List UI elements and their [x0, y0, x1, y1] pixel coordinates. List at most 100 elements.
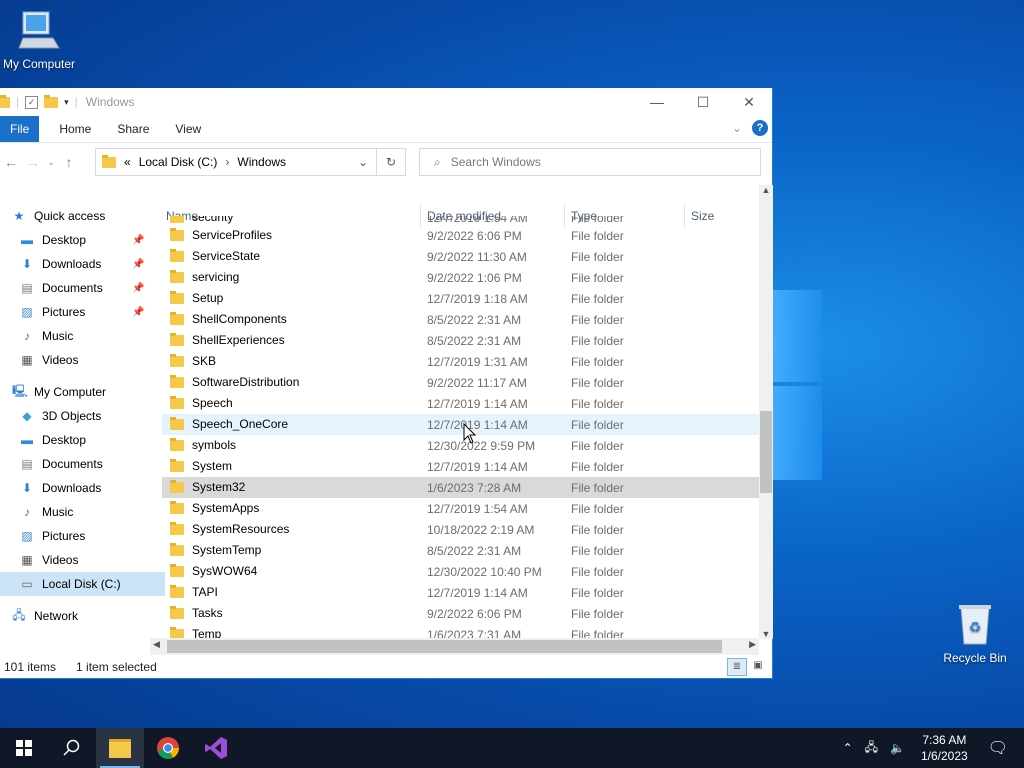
search-button[interactable] — [48, 728, 96, 768]
sidebar-item-downloads[interactable]: ⬇ Downloads — [0, 476, 160, 500]
tab-file[interactable]: File — [0, 116, 40, 142]
search-box[interactable]: ⌕ Search Windows — [419, 148, 761, 176]
table-row[interactable]: Speech 12/7/2019 1:14 AM File folder — [162, 393, 759, 414]
table-row[interactable]: Speech_OneCore 12/7/2019 1:14 AM File fold… — [162, 414, 759, 435]
sidebar-item-downloads[interactable]: ⬇ Downloads 📌 — [0, 252, 160, 276]
table-row[interactable]: SystemApps 12/7/2019 1:54 AM File folder — [162, 498, 759, 519]
scroll-down-icon[interactable]: ▼ — [759, 629, 773, 639]
tab-share[interactable]: Share — [104, 116, 162, 142]
horizontal-scrollbar[interactable]: ◀ ▶ — [150, 638, 759, 655]
table-row[interactable]: ShellComponents 8/5/2022 2:31 AM File fold… — [162, 309, 759, 330]
sidebar-item-videos[interactable]: ▦ Videos — [0, 348, 160, 372]
tab-view[interactable]: View — [162, 116, 214, 142]
table-row[interactable]: SystemTemp 8/5/2022 2:31 AM File folder — [162, 540, 759, 561]
table-row[interactable]: SysWOW64 12/30/2022 10:40 PM File folder — [162, 561, 759, 582]
scroll-thumb[interactable] — [760, 411, 772, 493]
table-row[interactable]: System32 1/6/2023 7:28 AM File folder — [162, 477, 759, 498]
table-row[interactable]: ShellExperiences 8/5/2022 2:31 AM File fol… — [162, 330, 759, 351]
sidebar-item-videos[interactable]: ▦ Videos — [0, 548, 160, 572]
address-bar[interactable]: « Local Disk (C:) › Windows ⌄ — [95, 148, 377, 176]
details-view-icon[interactable]: ≣ — [727, 658, 747, 676]
sidebar-item-documents[interactable]: ▤ Documents 📌 — [0, 276, 160, 300]
table-row[interactable]: Tasks 9/2/2022 6:06 PM File folder — [162, 603, 759, 624]
table-row[interactable]: System 12/7/2019 1:14 AM File folder — [162, 456, 759, 477]
minimize-button[interactable]: — — [634, 88, 680, 116]
breadcrumb-overflow[interactable]: « — [124, 155, 131, 169]
desktop-icon-my-computer[interactable]: My Computer — [0, 8, 84, 71]
back-button[interactable]: ← — [0, 154, 22, 170]
sidebar-item-quick-access[interactable]: ★ Quick access — [0, 204, 160, 228]
network-icon[interactable]: 🖧 — [859, 738, 884, 759]
sidebar-item-pictures[interactable]: ▨ Pictures — [0, 524, 160, 548]
table-row[interactable]: security 12/7/2019 1:54 AM File folder — [162, 216, 759, 225]
file-date: 9/2/2022 1:06 PM — [427, 271, 522, 285]
scroll-up-icon[interactable]: ▲ — [759, 185, 773, 199]
up-button[interactable]: ↑ — [58, 154, 80, 170]
sidebar-item-3d-objects[interactable]: ◆ 3D Objects — [0, 404, 160, 428]
show-hidden-icons[interactable]: ⌃ — [837, 741, 859, 755]
item-count: 101 items — [4, 660, 57, 674]
sidebar-item-desktop[interactable]: ▬ Desktop — [0, 428, 160, 452]
table-row[interactable]: SKB 12/7/2019 1:31 AM File folder — [162, 351, 759, 372]
help-icon[interactable]: ? — [752, 120, 768, 136]
sidebar-item-my-computer[interactable]: 🖳 My Computer — [0, 380, 160, 404]
table-row[interactable]: TAPI 12/7/2019 1:14 AM File folder — [162, 582, 759, 603]
file-type: File folder — [571, 216, 624, 225]
expand-ribbon-icon[interactable]: ⌄ — [732, 121, 742, 135]
vertical-scrollbar[interactable]: ▲ ▼ — [759, 185, 773, 639]
large-icons-view-icon[interactable]: ▣ — [750, 659, 766, 673]
scroll-thumb[interactable] — [167, 640, 722, 653]
recent-locations-icon[interactable]: ⌄ — [44, 157, 58, 168]
table-row[interactable]: ServiceState 9/2/2022 11:30 AM File folder — [162, 246, 759, 267]
file-type: File folder — [571, 271, 624, 285]
folder-icon — [170, 521, 184, 535]
breadcrumb-windows[interactable]: Windows — [237, 155, 286, 169]
taskbar-file-explorer[interactable] — [96, 728, 144, 768]
search-input[interactable]: Search Windows — [451, 155, 541, 169]
file-name-cell: Tasks — [170, 605, 223, 620]
table-row[interactable]: symbols 12/30/2022 9:59 PM File folder — [162, 435, 759, 456]
close-button[interactable]: ✕ — [726, 88, 772, 116]
sidebar-item-desktop[interactable]: ▬ Desktop 📌 — [0, 228, 160, 252]
breadcrumb-chevron-icon[interactable]: › — [225, 155, 229, 169]
sidebar-item-music[interactable]: ♪ Music — [0, 324, 160, 348]
file-date: 8/5/2022 2:31 AM — [427, 334, 522, 348]
tab-home[interactable]: Home — [39, 116, 104, 142]
table-row[interactable]: ServiceProfiles 9/2/2022 6:06 PM File fold… — [162, 225, 759, 246]
properties-icon[interactable]: ✓ — [25, 95, 39, 109]
refresh-button[interactable]: ↻ — [376, 148, 406, 176]
table-row[interactable]: SoftwareDistribution 9/2/2022 11:17 AM Fil… — [162, 372, 759, 393]
address-dropdown-icon[interactable]: ⌄ — [358, 155, 368, 169]
new-folder-icon[interactable] — [44, 94, 59, 108]
file-date: 9/2/2022 11:17 AM — [427, 376, 527, 390]
table-row[interactable]: SystemResources 10/18/2022 2:19 AM File fo… — [162, 519, 759, 540]
sidebar-item-network[interactable]: 🖧 Network — [0, 604, 160, 628]
table-row[interactable]: Temp 1/6/2023 7:31 AM File folder — [162, 624, 759, 638]
sidebar-item-local-disk-c[interactable]: ▭ Local Disk (C:) — [0, 572, 165, 596]
volume-icon[interactable]: 🔈 — [884, 741, 911, 755]
sidebar-item-pictures[interactable]: ▨ Pictures 📌 — [0, 300, 160, 324]
file-date: 9/2/2022 6:06 PM — [427, 607, 522, 621]
file-name: TAPI — [192, 585, 218, 599]
sidebar-item-music[interactable]: ♪ Music — [0, 500, 160, 524]
sidebar-item-documents[interactable]: ▤ Documents — [0, 452, 160, 476]
notifications-icon[interactable]: 🗨 — [978, 738, 1024, 758]
table-row[interactable]: Setup 12/7/2019 1:18 AM File folder — [162, 288, 759, 309]
title-bar[interactable]: | ✓ ▾ | Windows — ☐ ✕ — [0, 88, 772, 116]
maximize-button[interactable]: ☐ — [680, 88, 726, 116]
start-button[interactable] — [0, 728, 48, 768]
scroll-right-icon[interactable]: ▶ — [749, 639, 756, 650]
breadcrumb-local-disk[interactable]: Local Disk (C:) — [139, 155, 218, 169]
taskbar-chrome[interactable] — [144, 728, 192, 768]
taskbar-visual-studio[interactable] — [192, 728, 240, 768]
sidebar-item-label: Quick access — [34, 209, 106, 223]
clock[interactable]: 7:36 AM 1/6/2023 — [911, 732, 978, 764]
table-row[interactable]: servicing 9/2/2022 1:06 PM File folder — [162, 267, 759, 288]
scroll-left-icon[interactable]: ◀ — [153, 639, 160, 650]
file-name: SystemApps — [192, 501, 260, 515]
desktop-icon-recycle-bin[interactable]: ♻ Recycle Bin — [930, 600, 1020, 665]
file-type: File folder — [571, 628, 624, 638]
forward-button[interactable]: → — [22, 154, 44, 170]
customize-qat-icon[interactable]: ▾ — [64, 97, 69, 108]
sort-arrow-icon: ^ — [286, 204, 291, 209]
